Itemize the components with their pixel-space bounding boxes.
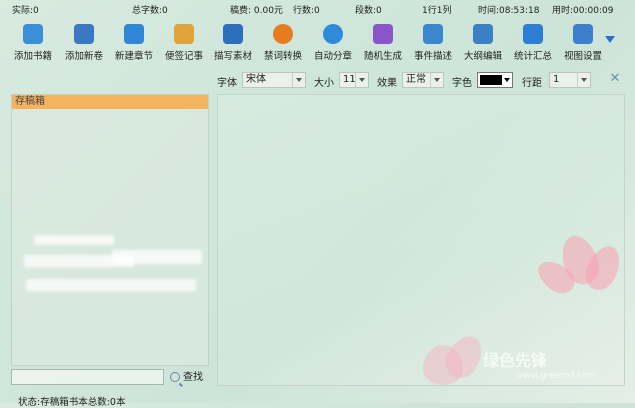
add-volume-label: 添加新卷 [64, 51, 103, 62]
toolbar: 添加书籍 添加新卷 新建章节 便签记事 描写素材 禁词转换 自动分章 随机生成 … [8, 22, 628, 66]
bottom-status: 状态:存稿箱书本总数:0本 [18, 397, 126, 408]
view-settings-icon [573, 24, 593, 44]
new-chapter-label: 新建章节 [114, 51, 153, 62]
random-generate-label: 随机生成 [363, 51, 402, 62]
sticky-note-label: 便签记事 [164, 51, 203, 62]
chevron-down-icon [430, 73, 443, 87]
size-label: 大小 [314, 78, 334, 89]
blurred-text [112, 250, 202, 264]
effect-label: 效果 [377, 78, 397, 89]
paragraph-count: 段数:0 [355, 6, 382, 16]
line-spacing-select[interactable]: 1 [549, 72, 591, 88]
drafts-panel: 存稿箱 [11, 94, 209, 366]
search-input[interactable] [11, 369, 164, 385]
toolbar-overflow-icon[interactable] [605, 36, 615, 43]
line-count: 行数:0 [293, 6, 320, 16]
outline-button[interactable]: 大纲编辑 [458, 22, 508, 66]
statistics-button[interactable]: 统计汇总 [508, 22, 558, 66]
material-label: 描写素材 [213, 51, 252, 62]
chevron-down-icon [577, 73, 590, 87]
actual-count: 实际:0 [12, 6, 39, 16]
font-select[interactable]: 宋体 [242, 72, 306, 88]
chevron-down-icon [355, 73, 368, 87]
add-volume-icon [74, 24, 94, 44]
font-label: 字体 [217, 78, 237, 89]
sticky-note-icon [174, 24, 194, 44]
blurred-text [34, 235, 114, 245]
event-button[interactable]: 事件描述 [408, 22, 458, 66]
forbidden-word-label: 禁词转换 [263, 51, 302, 62]
random-generate-icon [373, 24, 393, 44]
outline-icon [473, 24, 493, 44]
auto-split-label: 自动分章 [313, 51, 352, 62]
spacing-value: 1 [553, 74, 560, 85]
sticky-note-button[interactable]: 便签记事 [159, 22, 209, 66]
new-chapter-button[interactable]: 新建章节 [109, 22, 159, 66]
view-settings-button[interactable]: 视图设置 [558, 22, 608, 66]
add-book-button[interactable]: 添加书籍 [8, 22, 58, 66]
cursor-position: 1行1列 [422, 6, 452, 16]
view-settings-label: 视图设置 [563, 51, 602, 62]
total-chars: 总字数:0 [132, 6, 168, 16]
chevron-down-icon [502, 73, 512, 87]
font-color-picker[interactable] [477, 72, 513, 88]
auto-split-icon [323, 24, 343, 44]
font-value: 宋体 [246, 74, 266, 85]
elapsed-time: 用时:00:00:09 [552, 6, 614, 16]
watermark-url: www.greenxf.com [516, 371, 597, 381]
size-select[interactable]: 11 [339, 72, 369, 88]
auto-split-button[interactable]: 自动分章 [308, 22, 358, 66]
effect-value: 正常 [406, 74, 426, 85]
forbidden-word-icon [273, 24, 293, 44]
outline-label: 大纲编辑 [463, 51, 502, 62]
text-editor[interactable]: 绿色先锋 www.greenxf.com [217, 94, 625, 386]
size-value: 11 [343, 74, 356, 85]
close-icon[interactable]: ✕ [608, 72, 622, 86]
clock: 时间:08:53:18 [478, 6, 540, 16]
new-chapter-icon [124, 24, 144, 44]
event-label: 事件描述 [413, 51, 452, 62]
add-volume-button[interactable]: 添加新卷 [59, 22, 109, 66]
statistics-icon [523, 24, 543, 44]
add-book-icon [23, 24, 43, 44]
add-book-label: 添加书籍 [13, 51, 52, 62]
search-button-label: 查找 [183, 372, 203, 383]
material-icon [223, 24, 243, 44]
event-icon [423, 24, 443, 44]
blurred-text [26, 279, 196, 291]
effect-select[interactable]: 正常 [402, 72, 444, 88]
status-bar: 实际:0 总字数:0 稿费: 0.00元 行数:0 段数:0 1行1列 时间:0… [0, 0, 635, 16]
format-bar: 字体 宋体 大小 11 效果 正常 字色 行距 1 [0, 72, 635, 90]
search-icon [170, 372, 180, 382]
fee: 稿费: 0.00元 [230, 6, 283, 16]
material-button[interactable]: 描写素材 [208, 22, 258, 66]
color-label: 字色 [452, 78, 472, 89]
random-generate-button[interactable]: 随机生成 [358, 22, 408, 66]
forbidden-word-button[interactable]: 禁词转换 [258, 22, 308, 66]
watermark: 绿色先锋 [483, 351, 548, 370]
spacing-label: 行距 [522, 78, 542, 89]
chevron-down-icon [292, 73, 305, 87]
search-button[interactable]: 查找 [170, 370, 203, 386]
statistics-label: 统计汇总 [513, 51, 552, 62]
drafts-header[interactable]: 存稿箱 [12, 95, 208, 109]
color-swatch [480, 75, 502, 85]
